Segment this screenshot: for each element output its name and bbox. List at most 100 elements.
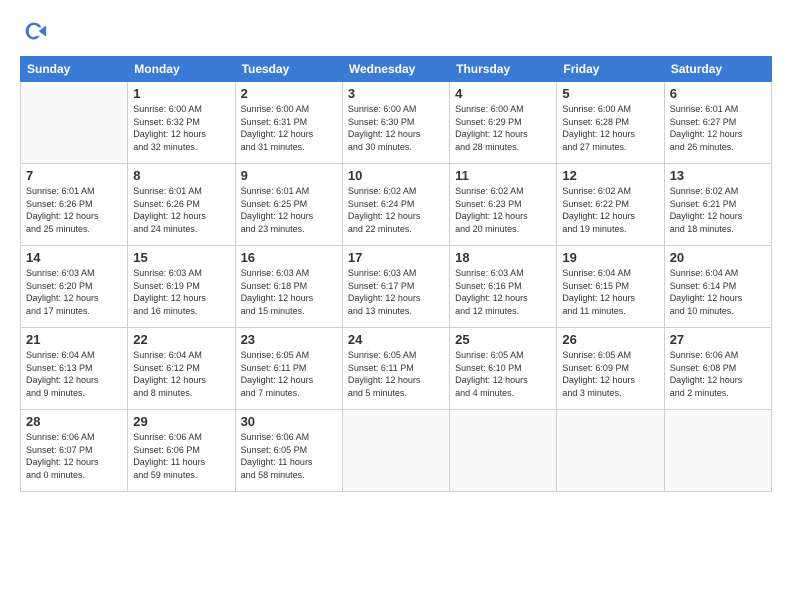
day-number: 10 [348, 168, 444, 183]
day-info: Sunrise: 6:02 AM Sunset: 6:22 PM Dayligh… [562, 185, 658, 235]
calendar-cell: 2 Sunrise: 6:00 AM Sunset: 6:31 PM Daylig… [235, 82, 342, 164]
day-number: 22 [133, 332, 229, 347]
calendar-cell: 30 Sunrise: 6:06 AM Sunset: 6:05 PM Dayli… [235, 410, 342, 492]
day-info: Sunrise: 6:00 AM Sunset: 6:32 PM Dayligh… [133, 103, 229, 153]
day-info: Sunrise: 6:02 AM Sunset: 6:21 PM Dayligh… [670, 185, 766, 235]
day-info: Sunrise: 6:01 AM Sunset: 6:26 PM Dayligh… [133, 185, 229, 235]
day-number: 18 [455, 250, 551, 265]
calendar-week-row: 21 Sunrise: 6:04 AM Sunset: 6:13 PM Dayli… [21, 328, 772, 410]
calendar-cell: 14 Sunrise: 6:03 AM Sunset: 6:20 PM Dayli… [21, 246, 128, 328]
day-number: 13 [670, 168, 766, 183]
calendar-cell: 19Sunrise: 6:04 AM Sunset: 6:15 PM Dayli… [557, 246, 664, 328]
calendar-cell: 9 Sunrise: 6:01 AM Sunset: 6:25 PM Daylig… [235, 164, 342, 246]
day-info: Sunrise: 6:03 AM Sunset: 6:19 PM Dayligh… [133, 267, 229, 317]
day-number: 11 [455, 168, 551, 183]
calendar-cell [664, 410, 771, 492]
day-number: 14 [26, 250, 122, 265]
day-info: Sunrise: 6:04 AM Sunset: 6:15 PM Dayligh… [562, 267, 658, 317]
calendar-week-row: 14 Sunrise: 6:03 AM Sunset: 6:20 PM Dayli… [21, 246, 772, 328]
calendar-cell: 23 Sunrise: 6:05 AM Sunset: 6:11 PM Dayli… [235, 328, 342, 410]
calendar-cell: 3 Sunrise: 6:00 AM Sunset: 6:30 PM Daylig… [342, 82, 449, 164]
day-info: Sunrise: 6:04 AM Sunset: 6:13 PM Dayligh… [26, 349, 122, 399]
day-info: Sunrise: 6:00 AM Sunset: 6:28 PM Dayligh… [562, 103, 658, 153]
day-number: 6 [670, 86, 766, 101]
day-info: Sunrise: 6:01 AM Sunset: 6:26 PM Dayligh… [26, 185, 122, 235]
calendar-cell: 13 Sunrise: 6:02 AM Sunset: 6:21 PM Dayli… [664, 164, 771, 246]
calendar-table: SundayMondayTuesdayWednesdayThursdayFrid… [20, 56, 772, 492]
weekday-header-wednesday: Wednesday [342, 57, 449, 82]
day-number: 23 [241, 332, 337, 347]
weekday-header-sunday: Sunday [21, 57, 128, 82]
day-info: Sunrise: 6:03 AM Sunset: 6:18 PM Dayligh… [241, 267, 337, 317]
day-info: Sunrise: 6:00 AM Sunset: 6:30 PM Dayligh… [348, 103, 444, 153]
day-info: Sunrise: 6:06 AM Sunset: 6:05 PM Dayligh… [241, 431, 337, 481]
day-info: Sunrise: 6:05 AM Sunset: 6:11 PM Dayligh… [348, 349, 444, 399]
weekday-header-tuesday: Tuesday [235, 57, 342, 82]
day-info: Sunrise: 6:00 AM Sunset: 6:31 PM Dayligh… [241, 103, 337, 153]
calendar-cell [557, 410, 664, 492]
calendar-cell: 25Sunrise: 6:05 AM Sunset: 6:10 PM Dayli… [450, 328, 557, 410]
page-header [20, 18, 772, 46]
calendar-cell: 7 Sunrise: 6:01 AM Sunset: 6:26 PM Daylig… [21, 164, 128, 246]
calendar-cell: 12 Sunrise: 6:02 AM Sunset: 6:22 PM Dayli… [557, 164, 664, 246]
calendar-cell: 22 Sunrise: 6:04 AM Sunset: 6:12 PM Dayli… [128, 328, 235, 410]
day-info: Sunrise: 6:04 AM Sunset: 6:14 PM Dayligh… [670, 267, 766, 317]
day-info: Sunrise: 6:05 AM Sunset: 6:11 PM Dayligh… [241, 349, 337, 399]
day-number: 9 [241, 168, 337, 183]
calendar-cell: 29 Sunrise: 6:06 AM Sunset: 6:06 PM Dayli… [128, 410, 235, 492]
calendar-cell [450, 410, 557, 492]
day-number: 16 [241, 250, 337, 265]
day-number: 30 [241, 414, 337, 429]
day-number: 2 [241, 86, 337, 101]
calendar-cell: 28 Sunrise: 6:06 AM Sunset: 6:07 PM Dayli… [21, 410, 128, 492]
calendar-week-row: 1Sunrise: 6:00 AM Sunset: 6:32 PM Daylig… [21, 82, 772, 164]
day-info: Sunrise: 6:00 AM Sunset: 6:29 PM Dayligh… [455, 103, 551, 153]
calendar-week-row: 28 Sunrise: 6:06 AM Sunset: 6:07 PM Dayli… [21, 410, 772, 492]
day-number: 21 [26, 332, 122, 347]
day-number: 25 [455, 332, 551, 347]
day-info: Sunrise: 6:03 AM Sunset: 6:20 PM Dayligh… [26, 267, 122, 317]
calendar-cell: 21 Sunrise: 6:04 AM Sunset: 6:13 PM Dayli… [21, 328, 128, 410]
calendar-cell: 20 Sunrise: 6:04 AM Sunset: 6:14 PM Dayli… [664, 246, 771, 328]
calendar-cell: 10 Sunrise: 6:02 AM Sunset: 6:24 PM Dayli… [342, 164, 449, 246]
weekday-header-friday: Friday [557, 57, 664, 82]
day-info: Sunrise: 6:06 AM Sunset: 6:08 PM Dayligh… [670, 349, 766, 399]
day-number: 12 [562, 168, 658, 183]
calendar-cell: 1Sunrise: 6:00 AM Sunset: 6:32 PM Daylig… [128, 82, 235, 164]
day-number: 17 [348, 250, 444, 265]
calendar-cell: 16 Sunrise: 6:03 AM Sunset: 6:18 PM Dayli… [235, 246, 342, 328]
calendar-cell: 4 Sunrise: 6:00 AM Sunset: 6:29 PM Daylig… [450, 82, 557, 164]
day-info: Sunrise: 6:06 AM Sunset: 6:07 PM Dayligh… [26, 431, 122, 481]
day-info: Sunrise: 6:06 AM Sunset: 6:06 PM Dayligh… [133, 431, 229, 481]
calendar-week-row: 7 Sunrise: 6:01 AM Sunset: 6:26 PM Daylig… [21, 164, 772, 246]
day-number: 8 [133, 168, 229, 183]
day-number: 20 [670, 250, 766, 265]
calendar-cell: 24 Sunrise: 6:05 AM Sunset: 6:11 PM Dayli… [342, 328, 449, 410]
calendar-cell: 18 Sunrise: 6:03 AM Sunset: 6:16 PM Dayli… [450, 246, 557, 328]
day-number: 3 [348, 86, 444, 101]
calendar-cell: 6Sunrise: 6:01 AM Sunset: 6:27 PM Daylig… [664, 82, 771, 164]
day-info: Sunrise: 6:05 AM Sunset: 6:09 PM Dayligh… [562, 349, 658, 399]
day-number: 24 [348, 332, 444, 347]
weekday-header-monday: Monday [128, 57, 235, 82]
day-info: Sunrise: 6:02 AM Sunset: 6:24 PM Dayligh… [348, 185, 444, 235]
calendar-cell [342, 410, 449, 492]
calendar-cell: 11 Sunrise: 6:02 AM Sunset: 6:23 PM Dayli… [450, 164, 557, 246]
calendar-cell: 17 Sunrise: 6:03 AM Sunset: 6:17 PM Dayli… [342, 246, 449, 328]
calendar-page: SundayMondayTuesdayWednesdayThursdayFrid… [0, 0, 792, 612]
day-info: Sunrise: 6:03 AM Sunset: 6:17 PM Dayligh… [348, 267, 444, 317]
day-info: Sunrise: 6:02 AM Sunset: 6:23 PM Dayligh… [455, 185, 551, 235]
calendar-header-row: SundayMondayTuesdayWednesdayThursdayFrid… [21, 57, 772, 82]
day-number: 27 [670, 332, 766, 347]
calendar-cell: 27 Sunrise: 6:06 AM Sunset: 6:08 PM Dayli… [664, 328, 771, 410]
day-number: 7 [26, 168, 122, 183]
calendar-cell: 8 Sunrise: 6:01 AM Sunset: 6:26 PM Daylig… [128, 164, 235, 246]
day-number: 15 [133, 250, 229, 265]
day-info: Sunrise: 6:04 AM Sunset: 6:12 PM Dayligh… [133, 349, 229, 399]
day-number: 4 [455, 86, 551, 101]
day-number: 29 [133, 414, 229, 429]
day-info: Sunrise: 6:03 AM Sunset: 6:16 PM Dayligh… [455, 267, 551, 317]
calendar-cell: 26Sunrise: 6:05 AM Sunset: 6:09 PM Dayli… [557, 328, 664, 410]
day-number: 28 [26, 414, 122, 429]
day-info: Sunrise: 6:01 AM Sunset: 6:25 PM Dayligh… [241, 185, 337, 235]
